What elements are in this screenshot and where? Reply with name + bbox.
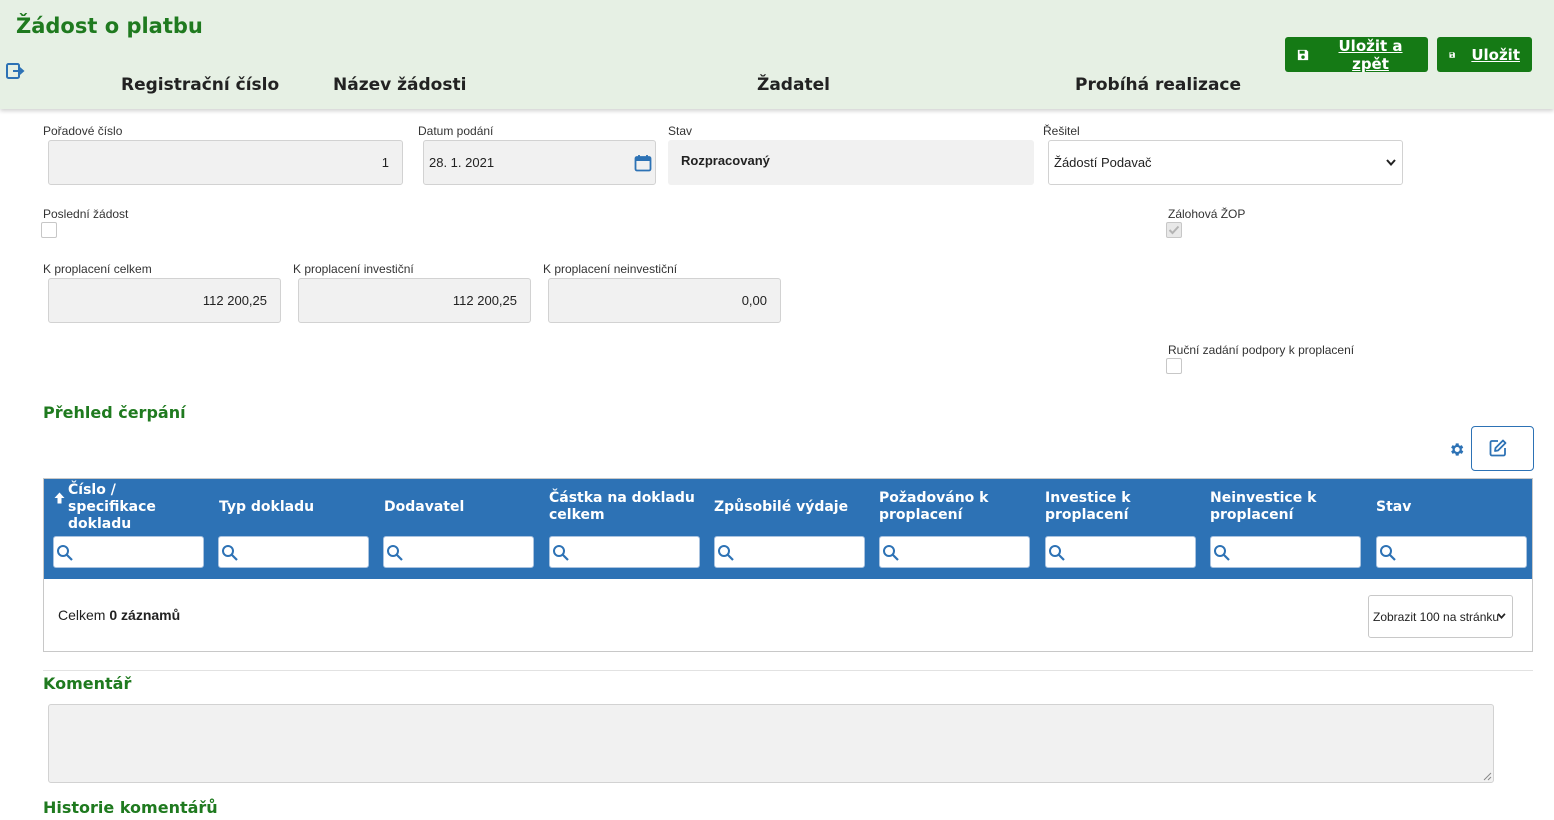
search-icon [387,545,403,561]
resitel-value: Žádostí Podavač [1054,155,1152,170]
k-proplaceni-celkem-value: 112 200,25 [202,293,267,308]
rucni-zadani-label: Ruční zadání podpory k proplacení [1168,343,1355,357]
search-icon [1380,545,1396,561]
th-stav[interactable]: Stav [1376,489,1526,525]
page-size-value: Zobrazit 100 na stránku [1373,609,1500,624]
poradove-cislo-label: Pořadové číslo [43,124,123,138]
check-icon [1168,225,1180,235]
save-and-back-button[interactable]: Uložit a zpět [1285,36,1428,73]
filter-pozadovano[interactable] [879,536,1030,568]
historie-komentaru-title: Historie komentářů [43,798,218,817]
k-proplaceni-investicni-label: K proplacení investiční [293,262,414,276]
prehled-cerpani-title: Přehled čerpání [43,403,186,422]
resitel-select[interactable]: Žádostí Podavač [1048,140,1403,185]
datum-podani-field[interactable]: 28. 1. 2021 [423,140,656,185]
zalohova-zop-checkbox[interactable] [1166,222,1182,238]
rucni-zadani-checkbox[interactable] [1166,358,1182,374]
page-title: Žádost o platbu [16,14,203,38]
k-proplaceni-neinvesticni-label: K proplacení neinvestiční [543,262,678,276]
posledni-zadost-label: Poslední žádost [43,207,129,221]
save-icon [1297,49,1309,60]
table-header: Číslo / specifikace dokladu Typ dokladu … [44,479,1532,579]
stav-value: Rozpracovaný [681,153,770,168]
header-nazev-zadosti: Název žádosti [333,75,467,95]
filter-stav[interactable] [1376,536,1527,568]
save-icon [1449,51,1455,58]
th-neinvestice[interactable]: Neinvestice k proplacení [1210,489,1360,525]
search-icon [1049,545,1065,561]
edit-icon [1489,439,1507,457]
save-label: Uložit [1471,45,1520,64]
chevron-down-icon [1497,612,1506,619]
sort-up-icon [54,492,65,504]
th-cislo-dokladu-label: Číslo / specifikace dokladu [68,481,156,532]
datum-podani-label: Datum podání [418,124,494,138]
header-registracni-cislo: Registrační číslo [121,75,280,95]
header-zadatel: Žadatel [757,75,830,95]
th-typ-dokladu[interactable]: Typ dokladu [219,489,369,525]
filter-castka-celkem[interactable] [549,536,700,568]
exit-icon[interactable] [5,61,25,81]
search-icon [57,545,73,561]
th-castka-celkem[interactable]: Částka na dokladu celkem [549,489,699,525]
search-icon [222,545,238,561]
filter-dodavatel[interactable] [383,536,534,568]
k-proplaceni-investicni-value: 112 200,25 [452,293,517,308]
komentar-title: Komentář [43,674,132,693]
komentar-textarea[interactable] [48,704,1494,783]
header-probiha-realizace: Probíhá realizace [1075,75,1242,95]
filter-neinvestice[interactable] [1210,536,1361,568]
save-button[interactable]: Uložit [1437,37,1532,72]
table-total-prefix: Celkem [58,607,106,623]
page-size-select[interactable]: Zobrazit 100 na stránku [1368,595,1513,638]
save-and-back-label: Uložit a zpět [1338,36,1403,73]
filter-cislo-dokladu[interactable] [53,536,204,568]
gear-icon[interactable] [1448,441,1465,458]
page-header: Žádost o platbu Registrační číslo Název … [0,0,1554,109]
poradove-cislo-value: 1 [381,155,389,170]
zalohova-zop-label: Zálohová ŽOP [1168,207,1246,221]
filter-typ-dokladu[interactable] [218,536,369,568]
th-cislo-dokladu[interactable]: Číslo / specifikace dokladu [54,482,203,532]
calendar-icon[interactable] [634,154,652,172]
k-proplaceni-neinvesticni-field: 0,00 [548,278,781,323]
th-pozadovano[interactable]: Požadováno k proplacení [879,489,1029,525]
search-icon [883,545,899,561]
prehled-table: Číslo / specifikace dokladu Typ dokladu … [43,478,1533,652]
chevron-down-icon [1386,158,1396,166]
posledni-zadost-checkbox[interactable] [41,222,57,238]
k-proplaceni-neinvesticni-value: 0,00 [741,293,767,308]
k-proplaceni-celkem-label: K proplacení celkem [43,262,152,276]
th-dodavatel[interactable]: Dodavatel [384,489,534,525]
stav-label: Stav [668,124,693,138]
resitel-label: Řešitel [1043,124,1080,138]
edit-button[interactable] [1471,426,1534,471]
resize-handle-icon[interactable] [1483,772,1492,781]
search-icon [1214,545,1230,561]
stav-field: Rozpracovaný [668,140,1034,185]
filter-zpusobile-vydaje[interactable] [714,536,865,568]
search-icon [553,545,569,561]
datum-podani-value: 28. 1. 2021 [429,155,495,170]
table-total: Celkem 0 záznamů [58,607,180,623]
table-total-count: 0 záznamů [109,607,181,623]
th-zpusobile-vydaje[interactable]: Způsobilé výdaje [714,489,864,525]
search-icon [718,545,734,561]
th-investice[interactable]: Investice k proplacení [1045,489,1195,525]
section-divider [43,670,1533,671]
filter-investice[interactable] [1045,536,1196,568]
k-proplaceni-investicni-field: 112 200,25 [298,278,531,323]
poradove-cislo-field: 1 [48,140,403,185]
k-proplaceni-celkem-field: 112 200,25 [48,278,281,323]
